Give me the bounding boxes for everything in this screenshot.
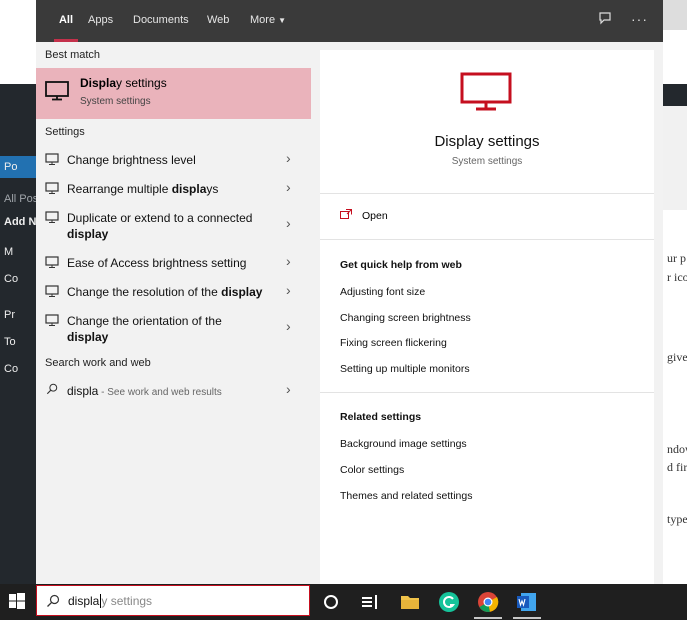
search-panel: All Apps Documents Web More ▼ ··· Best m… (36, 0, 663, 584)
settings-result-label: Change the orientation of the display (67, 314, 222, 344)
related-link[interactable]: Themes and related settings (340, 490, 473, 502)
quick-help-heading: Get quick help from web (340, 259, 462, 271)
background-browser-chrome (0, 0, 36, 84)
chevron-down-icon: ▼ (278, 16, 287, 25)
related-link[interactable]: Color settings (340, 464, 404, 476)
tab-apps[interactable]: Apps (88, 0, 113, 42)
bg-nav-comments: Co (4, 273, 19, 285)
bg-nav-add-new: Add N (4, 216, 36, 228)
settings-result-label: Change brightness level (67, 153, 196, 167)
results-list: Best match Display settings System setti… (36, 42, 312, 584)
settings-result-duplicate[interactable]: Duplicate or extend to a connected displ… (36, 210, 311, 244)
bg-text: r icor (667, 270, 687, 284)
monitor-icon (45, 153, 59, 165)
tab-documents[interactable]: Documents (133, 0, 189, 42)
chevron-right-icon: › (286, 381, 291, 397)
grammarly-icon[interactable] (437, 590, 461, 614)
section-best-match: Best match (45, 49, 101, 61)
monitor-icon (460, 72, 512, 111)
divider (320, 193, 654, 194)
related-settings-heading: Related settings (340, 411, 422, 423)
cortana-icon[interactable] (319, 590, 343, 614)
detail-title: Display settings (434, 133, 540, 150)
bg-text: give (667, 350, 687, 364)
divider (320, 239, 654, 240)
monitor-icon (45, 211, 59, 223)
best-match-result[interactable]: Display settings System settings (36, 68, 311, 119)
web-search-result[interactable]: displa - See work and web results › (36, 381, 311, 405)
tab-more-label: More (250, 14, 276, 26)
chevron-right-icon: › (286, 282, 291, 298)
search-tabs-bar: All Apps Documents Web More ▼ ··· (36, 0, 663, 42)
settings-result-resolution[interactable]: Change the resolution of the display › (36, 282, 311, 306)
chevron-right-icon: › (286, 253, 291, 269)
divider (320, 392, 654, 393)
background-sidebar: Po All Pos Add N M Co Pr To Co (0, 0, 36, 584)
more-options-icon[interactable]: ··· (631, 11, 648, 27)
search-icon (46, 383, 58, 395)
tab-web[interactable]: Web (207, 0, 229, 42)
monitor-icon (45, 81, 69, 104)
settings-result-ease-of-access[interactable]: Ease of Access brightness setting › (36, 253, 311, 277)
detail-pane: Display settings System settings Open Ge… (320, 50, 654, 584)
best-match-subtitle: System settings (80, 96, 151, 107)
settings-result-orientation[interactable]: Change the orientation of the display › (36, 313, 311, 347)
search-icon (47, 594, 60, 607)
taskbar: displa y settings (0, 584, 687, 620)
settings-result-label: Duplicate or extend to a connected displ… (67, 211, 253, 241)
chevron-right-icon: › (286, 318, 291, 334)
file-explorer-icon[interactable] (398, 590, 422, 614)
word-icon[interactable] (515, 590, 539, 614)
feedback-icon[interactable] (598, 11, 612, 28)
bg-text: d firs (667, 460, 687, 474)
help-link[interactable]: Changing screen brightness (340, 312, 471, 324)
chevron-right-icon: › (286, 215, 291, 231)
monitor-icon (45, 182, 59, 194)
monitor-icon (45, 256, 59, 268)
bg-nav-media: M (4, 246, 14, 258)
monitor-icon (45, 314, 59, 326)
detail-subtitle: System settings (451, 156, 523, 167)
task-view-icon[interactable] (358, 590, 382, 614)
background-content: ur p r icor give ndow d firs type (663, 0, 687, 584)
open-action[interactable]: Open (340, 207, 540, 225)
open-label: Open (362, 210, 388, 222)
taskbar-search-box[interactable]: displa y settings (36, 585, 310, 616)
section-settings: Settings (45, 126, 85, 138)
chevron-right-icon: › (286, 150, 291, 166)
bg-nav-tools: To (4, 336, 16, 348)
related-link[interactable]: Background image settings (340, 438, 467, 450)
best-match-title: Display settings (80, 76, 167, 90)
monitor-icon (45, 285, 59, 297)
windows-start-icon[interactable] (9, 593, 25, 612)
bg-nav-all-posts: All Pos (4, 193, 36, 205)
help-link[interactable]: Setting up multiple monitors (340, 363, 470, 375)
settings-result-label: Change the resolution of the display (67, 285, 263, 299)
open-icon (340, 209, 352, 219)
running-indicator (474, 617, 502, 619)
bg-text: ndow (667, 442, 687, 456)
settings-result-brightness[interactable]: Change brightness level › (36, 150, 311, 174)
bg-nav-posts: Po (0, 156, 36, 178)
tab-more[interactable]: More ▼ (250, 0, 286, 42)
web-search-label: displa - See work and web results (67, 384, 222, 398)
section-search-web: Search work and web (45, 357, 151, 369)
chrome-icon[interactable] (476, 590, 500, 614)
settings-result-label: Rearrange multiple displays (67, 182, 219, 196)
bg-text: ur p (667, 251, 686, 265)
tab-all[interactable]: All (54, 0, 78, 42)
settings-result-label: Ease of Access brightness setting (67, 256, 247, 270)
bg-nav-profile: Pr (4, 309, 15, 321)
chevron-right-icon: › (286, 179, 291, 195)
search-input-text: displa y settings (68, 594, 153, 608)
bg-text: type (667, 512, 687, 526)
help-link[interactable]: Fixing screen flickering (340, 337, 447, 349)
bg-nav-collapse: Co (4, 363, 19, 375)
settings-result-rearrange[interactable]: Rearrange multiple displays › (36, 179, 311, 203)
running-indicator (513, 617, 541, 619)
help-link[interactable]: Adjusting font size (340, 286, 425, 298)
